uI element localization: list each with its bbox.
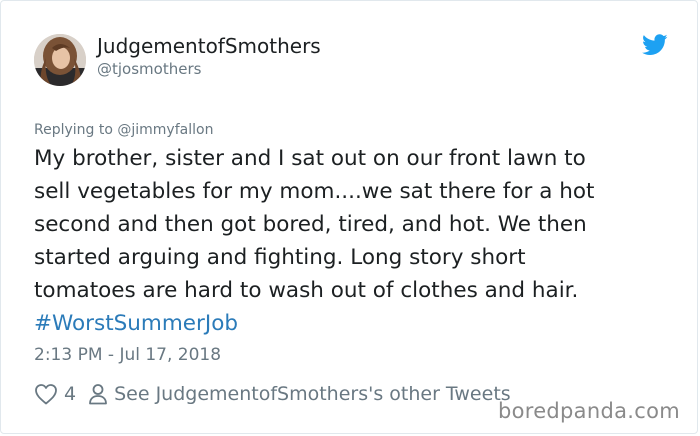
tweet-text-line: My brother, sister and I sat out on our … (34, 146, 586, 171)
avatar-photo (34, 34, 86, 86)
twitter-bird-icon[interactable] (642, 34, 668, 56)
like-count[interactable]: 4 (64, 383, 76, 405)
tweet-text-line: second and then got bored, tired, and ho… (34, 212, 587, 237)
person-icon[interactable] (88, 383, 108, 405)
avatar[interactable] (34, 34, 86, 86)
tweet-actions: 4 See JudgementofSmothers's other Tweets (34, 380, 511, 408)
tweet-card: JudgementofSmothers @tjosmothers Replyin… (0, 0, 698, 434)
tweet-text: My brother, sister and I sat out on our … (34, 142, 674, 340)
author-display-name[interactable]: JudgementofSmothers (97, 34, 321, 58)
tweet-text-line: tomatoes are hard to wash out of clothes… (34, 278, 579, 303)
tweet-text-line: started arguing and fighting. Long story… (34, 245, 526, 270)
replying-to[interactable]: Replying to @jimmyfallon (34, 122, 213, 138)
tweet-text-line: sell vegetables for my mom....we sat the… (34, 179, 595, 204)
hashtag-link[interactable]: #WorstSummerJob (34, 307, 674, 340)
heart-icon[interactable] (34, 383, 58, 405)
author-handle[interactable]: @tjosmothers (97, 60, 201, 78)
watermark: boredpanda.com (497, 399, 680, 423)
tweet-timestamp[interactable]: 2:13 PM - Jul 17, 2018 (34, 345, 221, 365)
see-other-tweets-link[interactable]: See JudgementofSmothers's other Tweets (114, 383, 511, 405)
